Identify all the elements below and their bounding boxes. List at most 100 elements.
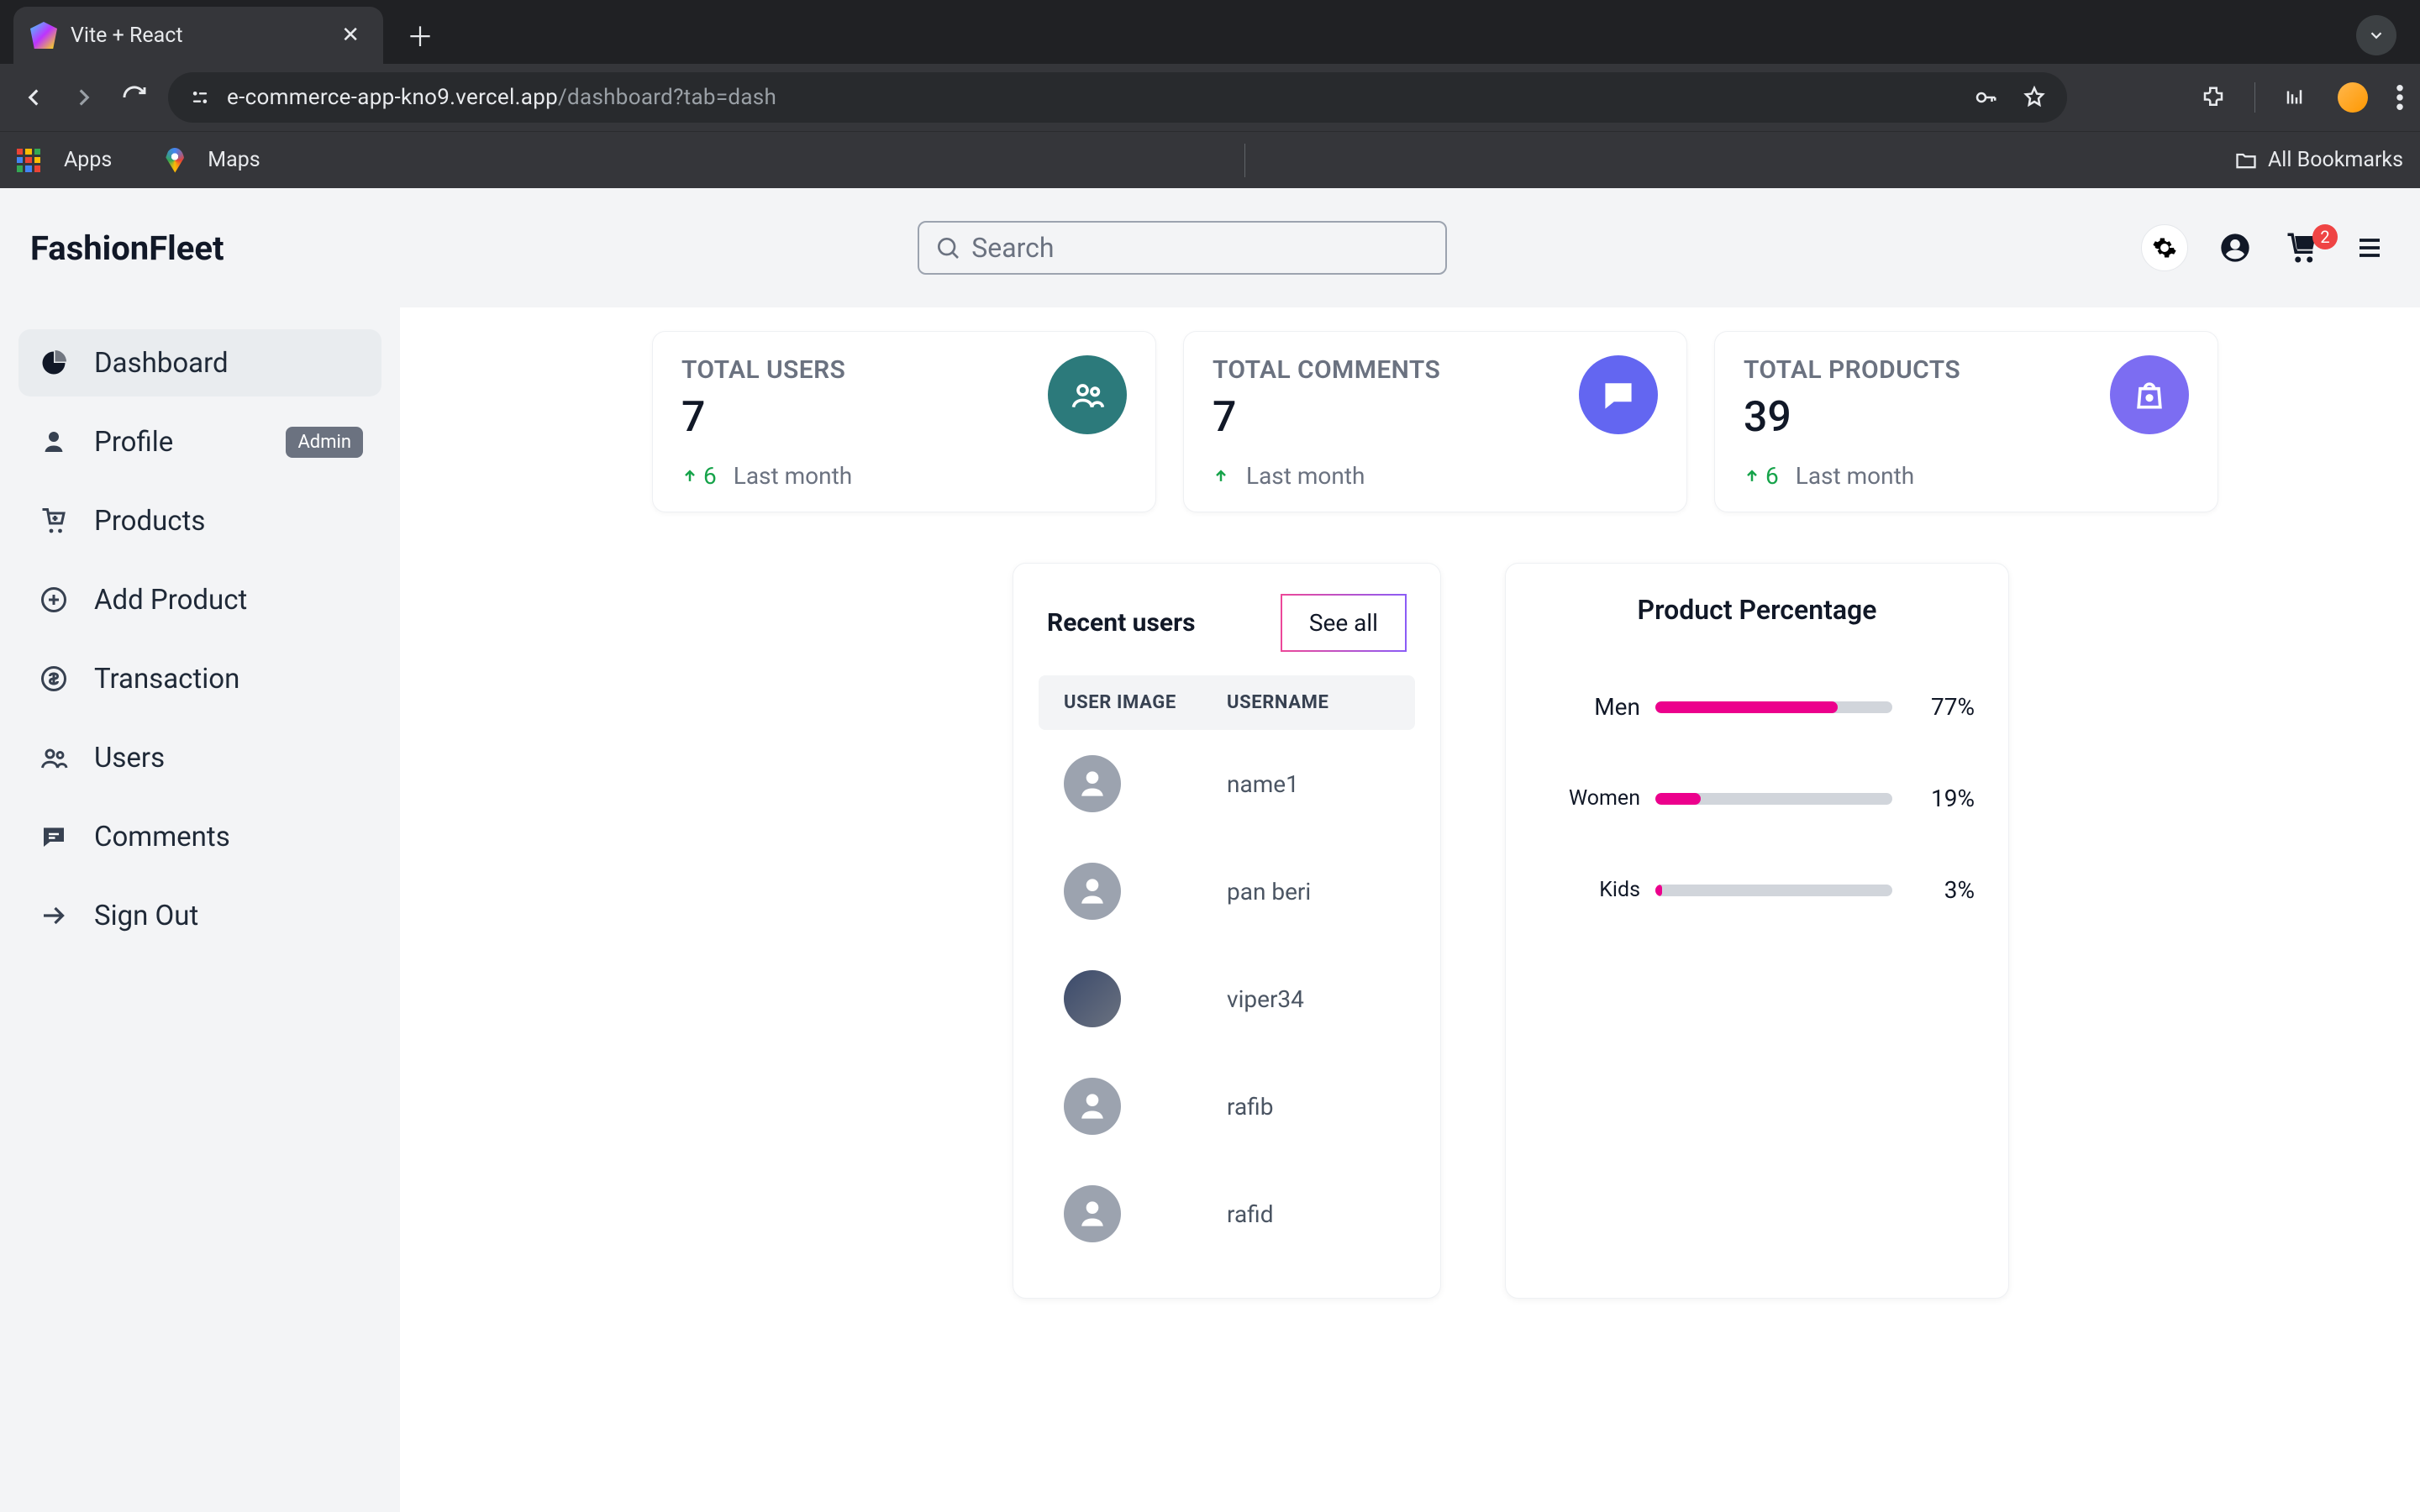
address-bar[interactable]: e-commerce-app-kno9.vercel.app/dashboard… xyxy=(168,72,2067,123)
table-row[interactable]: rafib xyxy=(1039,1053,1415,1160)
maps-shortcut-icon[interactable] xyxy=(166,148,184,173)
sidebar-item-label: Profile xyxy=(94,426,173,459)
col-user-image: USER IMAGE xyxy=(1064,692,1227,713)
tab-title: Vite + React xyxy=(71,24,328,48)
sidebar-item-sign-out[interactable]: Sign Out xyxy=(18,882,381,949)
stat-period: Last month xyxy=(1796,462,1914,490)
sidebar-item-users[interactable]: Users xyxy=(18,724,381,791)
users-group-icon xyxy=(37,741,71,774)
dollar-circle-icon xyxy=(37,662,71,696)
nav-reload-button[interactable] xyxy=(118,81,151,114)
all-bookmarks-label: All Bookmarks xyxy=(2268,148,2403,172)
maps-shortcut-label[interactable]: Maps xyxy=(208,148,260,172)
users-group-icon xyxy=(1048,355,1127,434)
avatar xyxy=(1064,1185,1121,1242)
sidebar-item-transaction[interactable]: Transaction xyxy=(18,645,381,712)
extensions-icon[interactable] xyxy=(2201,85,2226,110)
plus-circle-icon xyxy=(37,583,71,617)
avatar xyxy=(1064,970,1121,1027)
tab-close-icon[interactable]: ✕ xyxy=(341,23,360,48)
sidebar: Dashboard Profile Admin Products Add Pro… xyxy=(0,307,400,1512)
tab-overflow-button[interactable] xyxy=(2356,15,2396,55)
stat-card: TOTAL COMMENTS 7 Last month xyxy=(1183,331,1687,512)
stats-row: TOTAL USERS 7 6Last month TOTAL COMMENTS… xyxy=(652,331,2370,512)
browser-toolbar: e-commerce-app-kno9.vercel.app/dashboard… xyxy=(0,64,2420,131)
product-percentage-title: Product Percentage xyxy=(1539,594,1975,626)
see-all-button[interactable]: See all xyxy=(1281,594,1407,652)
sidebar-item-label: Comments xyxy=(94,821,230,853)
account-button[interactable] xyxy=(2215,228,2255,268)
theme-toggle-button[interactable] xyxy=(2141,224,2188,271)
sidebar-item-label: Add Product xyxy=(94,584,247,617)
col-username: USERNAME xyxy=(1227,692,1390,713)
avatar xyxy=(1064,863,1121,920)
progress-value: 19% xyxy=(1907,785,1975,812)
media-control-icon[interactable] xyxy=(2284,85,2309,110)
user-icon xyxy=(37,425,71,459)
sidebar-item-add-product[interactable]: Add Product xyxy=(18,566,381,633)
new-tab-button[interactable]: ＋ xyxy=(397,12,444,59)
search-placeholder: Search xyxy=(971,232,1054,264)
stat-delta xyxy=(1213,468,1229,485)
bookmark-star-icon[interactable] xyxy=(2022,85,2047,110)
sidebar-item-comments[interactable]: Comments xyxy=(18,803,381,870)
table-row[interactable]: viper34 xyxy=(1039,945,1415,1053)
nav-forward-button[interactable] xyxy=(67,81,101,114)
cart-button[interactable]: 2 xyxy=(2282,228,2323,268)
table-row[interactable]: name1 xyxy=(1039,730,1415,837)
avatar xyxy=(1064,1078,1121,1135)
sidebar-item-products[interactable]: Products xyxy=(18,487,381,554)
user-circle-icon xyxy=(2218,231,2252,265)
browser-menu-icon[interactable] xyxy=(2396,85,2403,110)
bag-icon xyxy=(2110,355,2189,434)
hamburger-menu-button[interactable] xyxy=(2349,228,2390,268)
username-cell: rafid xyxy=(1227,1200,1390,1228)
comment-icon xyxy=(37,820,71,853)
gear-icon xyxy=(2152,235,2177,260)
password-key-icon[interactable] xyxy=(1973,85,1998,110)
url-text: e-commerce-app-kno9.vercel.app/dashboard… xyxy=(227,85,776,110)
comment-icon xyxy=(1579,355,1658,434)
progress-label: Women xyxy=(1539,786,1640,811)
sidebar-item-label: Dashboard xyxy=(94,347,229,380)
profile-avatar[interactable] xyxy=(2338,82,2368,113)
bookmark-bar: Apps Maps All Bookmarks xyxy=(0,131,2420,188)
vite-favicon xyxy=(30,22,57,49)
admin-badge: Admin xyxy=(286,427,363,458)
product-percentage-panel: Product Percentage Men 77% Women 19% Kid… xyxy=(1505,563,2009,1299)
sidebar-item-dashboard[interactable]: Dashboard xyxy=(18,329,381,396)
username-cell: name1 xyxy=(1227,770,1390,798)
brand-logo[interactable]: FashionFleet xyxy=(30,228,224,268)
browser-tab-bar: Vite + React ✕ ＋ xyxy=(0,0,2420,64)
recent-users-panel: Recent users See all USER IMAGE USERNAME… xyxy=(1013,563,1441,1299)
stat-card: TOTAL USERS 7 6Last month xyxy=(652,331,1156,512)
search-input[interactable]: Search xyxy=(918,221,1447,275)
username-cell: rafib xyxy=(1227,1093,1390,1121)
progress-row: Kids 3% xyxy=(1539,876,1975,904)
stat-label: TOTAL COMMENTS xyxy=(1213,355,1440,385)
cart-plus-icon xyxy=(37,504,71,538)
table-row[interactable]: pan beri xyxy=(1039,837,1415,945)
username-cell: viper34 xyxy=(1227,985,1390,1013)
progress-bar xyxy=(1655,793,1892,805)
sidebar-item-label: Sign Out xyxy=(94,900,198,932)
progress-value: 3% xyxy=(1907,876,1975,904)
username-cell: pan beri xyxy=(1227,878,1390,906)
stat-value: 39 xyxy=(1744,393,1960,442)
recent-users-header: USER IMAGE USERNAME xyxy=(1039,675,1415,730)
sidebar-item-label: Transaction xyxy=(94,663,239,696)
apps-shortcut-icon[interactable] xyxy=(17,149,40,172)
all-bookmarks-button[interactable]: All Bookmarks xyxy=(2234,148,2403,172)
progress-label: Kids xyxy=(1539,878,1640,902)
browser-tab-active[interactable]: Vite + React ✕ xyxy=(13,7,383,64)
table-row[interactable]: rafid xyxy=(1039,1160,1415,1268)
site-settings-icon[interactable] xyxy=(188,86,212,109)
progress-bar xyxy=(1655,701,1892,713)
progress-row: Men 77% xyxy=(1539,693,1975,721)
sidebar-item-profile[interactable]: Profile Admin xyxy=(18,408,381,475)
stat-period: Last month xyxy=(734,462,852,490)
progress-value: 77% xyxy=(1907,693,1975,721)
apps-shortcut-label[interactable]: Apps xyxy=(64,148,112,172)
stat-value: 7 xyxy=(1213,393,1440,442)
nav-back-button[interactable] xyxy=(17,81,50,114)
